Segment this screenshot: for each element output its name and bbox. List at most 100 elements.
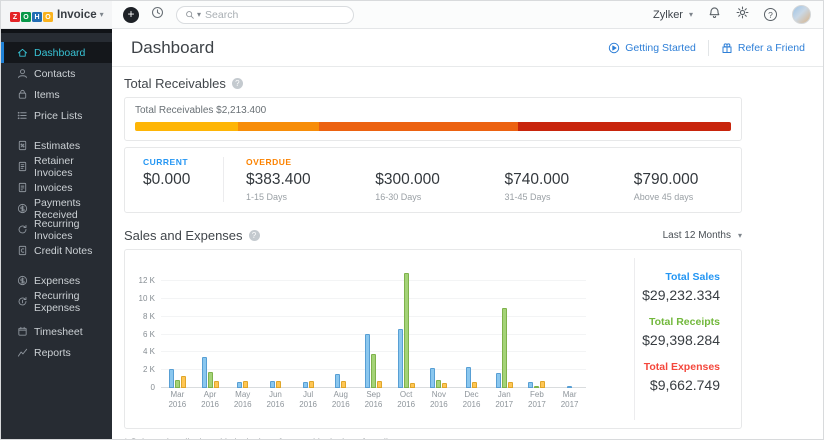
- help-button[interactable]: ?: [764, 8, 777, 21]
- sidebar-item-expenses[interactable]: Expenses: [1, 270, 112, 291]
- total-receipts-label: Total Receipts: [649, 316, 720, 328]
- header-links: Getting Started Refer a Friend: [608, 39, 805, 56]
- chart-month-sep-2016: Sep 2016: [357, 266, 390, 409]
- sidebar-item-timesheet[interactable]: Timesheet: [1, 321, 112, 342]
- zoho-invoice-logo[interactable]: ZOHO Invoice ▾: [1, 1, 112, 28]
- y-axis-tick-label: 12 K: [138, 276, 155, 285]
- topbar-right: Zylker ▾ ?: [653, 5, 823, 24]
- bar-sales-nov-2016: [430, 368, 436, 388]
- chart-month-jun-2016: Jun 2016: [259, 266, 292, 409]
- receivables-aging-bar: [135, 122, 731, 131]
- sidebar-item-items[interactable]: Items: [1, 84, 112, 105]
- sidebar-item-label: Credit Notes: [34, 244, 93, 257]
- gear-icon: [736, 6, 749, 24]
- retainer-invoices-icon: [17, 161, 34, 172]
- bar-expenses-nov-2016: [442, 382, 448, 388]
- header-link-divider: [707, 39, 709, 56]
- sidebar-item-price-lists[interactable]: Price Lists: [1, 105, 112, 126]
- total-receipts-value: $29,398.284: [642, 332, 720, 348]
- total-expenses-label: Total Expenses: [643, 361, 720, 373]
- chart-month-may-2016: May 2016: [226, 266, 259, 409]
- notifications-button[interactable]: [708, 6, 721, 24]
- bar-receipts-apr-2016: [207, 371, 213, 388]
- bucket-label: [375, 157, 482, 168]
- bucket-amount: $300.000: [375, 171, 440, 188]
- total-expenses-value: $9,662.749: [649, 377, 720, 393]
- recent-activity-button[interactable]: [151, 6, 164, 24]
- getting-started-link[interactable]: Getting Started: [608, 42, 696, 54]
- estimates-icon: [17, 140, 34, 151]
- date-range-dropdown[interactable]: Last 12 Months ▾: [663, 230, 742, 241]
- page-header: Dashboard Getting Started Refer a Friend: [112, 29, 823, 67]
- sidebar-item-retainer-invoices[interactable]: Retainer Invoices: [1, 155, 112, 179]
- receivables-help-icon[interactable]: ?: [231, 78, 243, 89]
- sidebar-top-strip: [1, 29, 112, 33]
- sidebar-item-dashboard[interactable]: Dashboard: [1, 42, 112, 63]
- chart-month-oct-2016: Oct 2016: [390, 266, 423, 409]
- receivables-bar-card: Total Receivables $2,213.400: [124, 97, 742, 141]
- search-bar[interactable]: ▾: [176, 5, 354, 24]
- x-axis-tick-label: Mar 2017: [560, 390, 579, 410]
- chart-month-jan-2017: Jan 2017: [488, 266, 521, 409]
- y-axis-tick-label: 0: [150, 383, 155, 392]
- bar-expenses-jan-2017: [507, 381, 513, 388]
- sales-section-title: Sales and Expenses: [124, 228, 243, 243]
- bar-receipts-jan-2017: [501, 307, 507, 388]
- receivables-segment-1-15-days: [135, 122, 239, 131]
- sidebar: Dashboard Contacts Items Price Lists Estimat…: [1, 29, 112, 439]
- credit-notes-icon: [17, 245, 34, 256]
- sidebar-group: Dashboard Contacts Items Price Lists: [1, 42, 112, 126]
- sidebar-group: Expenses Recurring Expenses: [1, 270, 112, 314]
- bar-sales-jan-2017: [495, 372, 501, 388]
- sales-footnote: * Sales value displayed is inclusive of …: [124, 437, 742, 439]
- user-avatar[interactable]: [792, 5, 811, 24]
- sidebar-item-reports[interactable]: Reports: [1, 342, 112, 363]
- bucket-amount: $740.000: [504, 171, 570, 188]
- receivables-summary-label: Total Receivables $2,213.400: [135, 105, 267, 116]
- bucket-label: CURRENT: [143, 157, 189, 167]
- chart-month-dec-2016: Dec 2016: [455, 266, 488, 409]
- sidebar-item-contacts[interactable]: Contacts: [1, 63, 112, 84]
- bucket-label: [634, 157, 741, 168]
- search-scope-caret-icon[interactable]: ▾: [197, 10, 201, 19]
- dashboard-content: Total Receivables ? Total Receivables $2…: [124, 76, 742, 439]
- price-lists-icon: [17, 110, 34, 121]
- chevron-down-icon: ▾: [688, 10, 693, 19]
- sidebar-item-label: Recurring Invoices: [34, 217, 80, 242]
- zoho-tile-o: O: [21, 12, 31, 22]
- bucket-period-label: Above 45 days: [633, 192, 694, 202]
- chart-plot-area: 0 2 K 4 K 6 K 8 K 10 K 12 K Mar 2016 Apr 2016 May 20…: [139, 266, 586, 409]
- zoho-tile-o: O: [43, 12, 53, 22]
- play-circle-icon: [608, 42, 620, 54]
- receivables-buckets-card: CURRENT $0.000 OVERDUE $383.400 1-15 Days $30…: [124, 147, 742, 213]
- org-name: Zylker: [653, 8, 683, 21]
- sales-help-icon[interactable]: ?: [248, 230, 260, 241]
- bar-receipts-nov-2016: [436, 379, 442, 388]
- receivables-bucket-1-15-days: OVERDUE $383.400 1-15 Days: [224, 157, 353, 202]
- sidebar-item-label: Timesheet: [34, 325, 83, 338]
- bar-expenses-aug-2016: [341, 381, 347, 388]
- topbar: ZOHO Invoice ▾ + ▾ Zylker ▾ ?: [1, 1, 823, 29]
- chart-month-jul-2016: Jul 2016: [292, 266, 325, 409]
- org-switcher[interactable]: Zylker ▾: [653, 9, 693, 21]
- bar-expenses-may-2016: [243, 381, 249, 388]
- sidebar-item-recurring-expenses[interactable]: Recurring Expenses: [1, 290, 112, 314]
- bar-sales-dec-2016: [466, 366, 472, 388]
- receivables-section-title: Total Receivables: [124, 76, 226, 91]
- sidebar-item-estimates[interactable]: Estimates: [1, 135, 112, 156]
- recurring-expenses-icon: [17, 296, 34, 307]
- search-input[interactable]: [205, 8, 345, 21]
- recurring-invoices-icon: [17, 224, 34, 235]
- sales-expenses-chart: 0 2 K 4 K 6 K 8 K 10 K 12 K Mar 2016 Apr 2016 May 20…: [125, 250, 634, 428]
- bar-sales-sep-2016: [364, 333, 370, 388]
- quick-create-button[interactable]: +: [123, 6, 139, 23]
- refer-a-friend-link[interactable]: Refer a Friend: [721, 42, 805, 54]
- bar-expenses-jun-2016: [275, 381, 281, 388]
- zoho-tile-z: Z: [10, 12, 20, 22]
- settings-button[interactable]: [736, 6, 749, 24]
- sidebar-item-credit-notes[interactable]: Credit Notes: [1, 240, 112, 261]
- bar-sales-jul-2016: [302, 382, 308, 388]
- sidebar-item-recurring-invoices[interactable]: Recurring Invoices: [1, 217, 112, 242]
- sidebar-item-payments-received[interactable]: Payments Received: [1, 197, 112, 221]
- sidebar-item-invoices[interactable]: Invoices: [1, 177, 112, 198]
